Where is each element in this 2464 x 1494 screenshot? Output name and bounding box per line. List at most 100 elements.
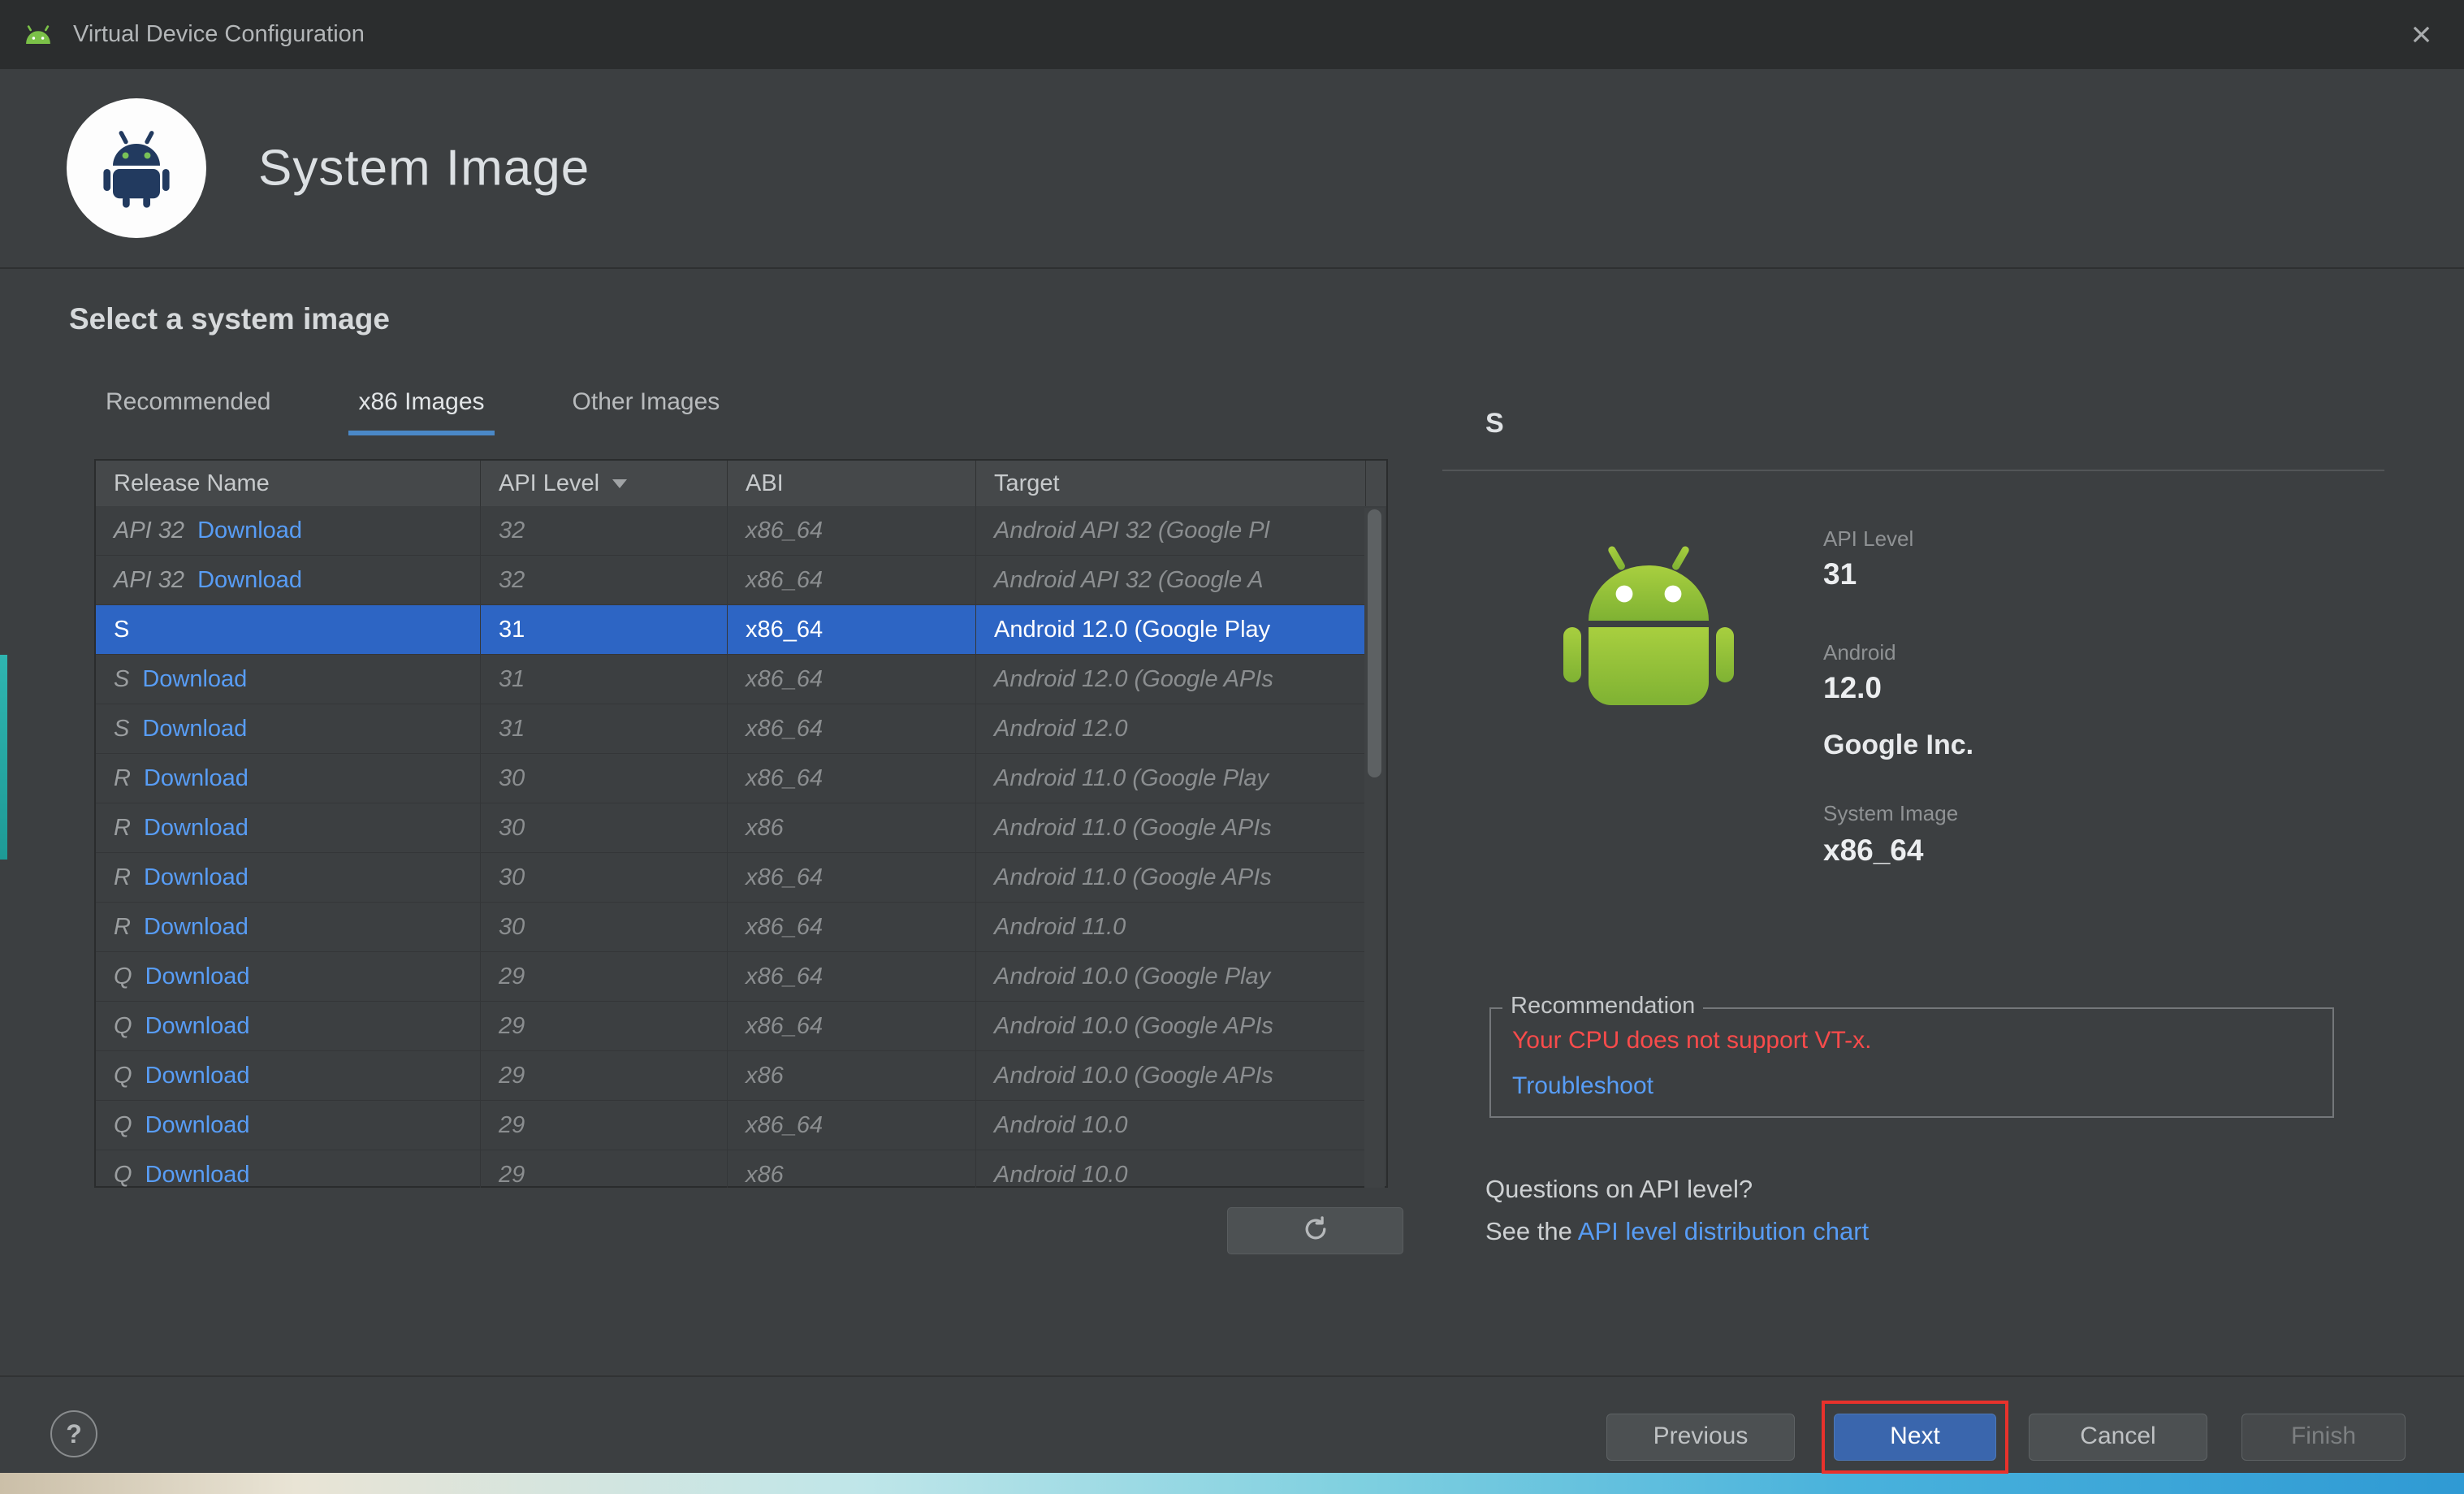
previous-button[interactable]: Previous — [1606, 1414, 1795, 1461]
page-title: System Image — [258, 140, 590, 197]
troubleshoot-link[interactable]: Troubleshoot — [1512, 1072, 1653, 1100]
abi-cell: x86_64 — [728, 605, 976, 654]
api-level-cell: 30 — [481, 903, 728, 951]
download-link[interactable]: Download — [144, 864, 249, 890]
download-link[interactable]: Download — [145, 1162, 250, 1188]
target-cell: Android 11.0 (Google Play — [976, 754, 1366, 803]
system-image-abi-value: x86_64 — [1823, 834, 1923, 868]
table-row[interactable]: RDownload 30 x86_64 Android 11.0 (Google… — [96, 853, 1366, 903]
release-name-cell: R Download — [96, 903, 481, 951]
api-level-cell: 30 — [481, 754, 728, 803]
download-link[interactable]: Download — [144, 765, 249, 791]
help-icon: ? — [66, 1419, 82, 1449]
table-row[interactable]: S 31 x86_64 Android 12.0 (Google Play — [96, 605, 1366, 655]
title-bar: Virtual Device Configuration × — [0, 0, 2464, 69]
release-name-cell: API 32 Download — [96, 556, 481, 604]
android-version-value: 12.0 — [1823, 671, 1882, 705]
cancel-button[interactable]: Cancel — [2029, 1414, 2207, 1461]
download-link[interactable]: Download — [144, 914, 249, 940]
tab-other-images[interactable]: Other Images — [563, 388, 730, 435]
api-level-cell: 30 — [481, 853, 728, 902]
target-cell: Android 12.0 (Google APIs — [976, 655, 1366, 704]
target-cell: Android 12.0 (Google Play — [976, 605, 1366, 654]
recommendation-legend: Recommendation — [1502, 993, 1703, 1020]
tab-recommended[interactable]: Recommended — [96, 388, 280, 435]
target-cell: Android 10.0 (Google APIs — [976, 1002, 1366, 1050]
next-button[interactable]: Next — [1834, 1414, 1996, 1461]
api-level-cell: 32 — [481, 506, 728, 555]
table-row[interactable]: RDownload 30 x86 Android 11.0 (Google AP… — [96, 803, 1366, 853]
target-cell: Android 10.0 — [976, 1150, 1366, 1188]
table-row[interactable]: SDownload 31 x86_64 Android 12.0 — [96, 704, 1366, 754]
abi-cell: x86_64 — [728, 704, 976, 753]
api-level-cell: 29 — [481, 1002, 728, 1050]
table-row[interactable]: QDownload 29 x86 Android 10.0 — [96, 1150, 1366, 1188]
download-link[interactable]: Download — [145, 1013, 250, 1039]
finish-button: Finish — [2241, 1414, 2406, 1461]
api-distribution-chart-link[interactable]: API level distribution chart — [1578, 1217, 1869, 1245]
target-cell: Android 12.0 — [976, 704, 1366, 753]
release-name: R — [114, 914, 131, 940]
column-api-level[interactable]: API Level — [481, 461, 728, 506]
table-row[interactable]: QDownload 29 x86_64 Android 10.0 (Google… — [96, 952, 1366, 1002]
download-link[interactable]: Download — [142, 716, 247, 742]
tab-x86-images[interactable]: x86 Images — [348, 388, 494, 435]
android-robot-icon — [1535, 543, 1762, 738]
download-link[interactable]: Download — [145, 1112, 250, 1138]
refresh-icon — [1301, 1215, 1330, 1248]
table-row[interactable]: QDownload 29 x86_64 Android 10.0 (Google… — [96, 1002, 1366, 1051]
virtual-device-configuration-dialog: Virtual Device Configuration × — [0, 0, 2464, 1473]
avd-robot-icon — [67, 98, 206, 238]
release-name-cell: QDownload — [96, 1051, 481, 1100]
release-name: Q — [114, 1013, 132, 1039]
release-name: Q — [114, 1162, 132, 1188]
help-button[interactable]: ? — [50, 1410, 97, 1457]
api-level-cell: 31 — [481, 704, 728, 753]
download-link[interactable]: Download — [145, 1063, 250, 1089]
release-name: S — [114, 666, 129, 692]
api-level-cell: 32 — [481, 556, 728, 604]
selected-image-title: S — [1485, 408, 1504, 440]
download-link[interactable]: Download — [197, 517, 302, 543]
download-link[interactable]: Download — [142, 666, 247, 692]
release-name-cell: SDownload — [96, 704, 481, 753]
target-cell: Android 11.0 (Google APIs — [976, 803, 1366, 852]
download-link[interactable]: Download — [144, 815, 249, 841]
column-abi[interactable]: ABI — [728, 461, 976, 506]
api-level-cell: 31 — [481, 605, 728, 654]
table-row[interactable]: RDownload 30 x86_64 Android 11.0 (Google… — [96, 754, 1366, 803]
target-cell: Android 11.0 — [976, 903, 1366, 951]
image-tabs: Recommended x86 Images Other Images — [96, 388, 729, 435]
release-name-cell: API 32 Download — [96, 506, 481, 555]
download-link[interactable]: Download — [145, 964, 250, 990]
release-name: R — [114, 765, 131, 791]
close-icon: × — [2411, 15, 2432, 55]
abi-cell: x86 — [728, 1150, 976, 1188]
table-row[interactable]: QDownload 29 x86 Android 10.0 (Google AP… — [96, 1051, 1366, 1101]
table-row[interactable]: API 32Download 32 x86_64 Android API 32 … — [96, 506, 1366, 556]
system-image-table: Release Name API Level ABI Target API 32… — [94, 459, 1388, 1188]
api-level-cell: 29 — [481, 1101, 728, 1150]
abi-cell: x86_64 — [728, 903, 976, 951]
api-level-questions-text: Questions on API level? — [1485, 1175, 1753, 1204]
download-link[interactable]: Download — [197, 567, 302, 593]
table-row[interactable]: QDownload 29 x86_64 Android 10.0 — [96, 1101, 1366, 1150]
window-title: Virtual Device Configuration — [73, 21, 365, 48]
release-name: API 32 — [114, 567, 184, 593]
table-row[interactable]: R Download 30 x86_64 Android 11.0 — [96, 903, 1366, 952]
release-name: API 32 — [114, 517, 184, 543]
refresh-button[interactable] — [1227, 1207, 1403, 1254]
desktop-background-sliver — [0, 655, 7, 860]
release-name-cell: Q Download — [96, 1002, 481, 1050]
android-logo-icon — [21, 24, 55, 46]
column-target[interactable]: Target — [976, 461, 1366, 506]
distribution-chart-line: See the API level distribution chart — [1485, 1217, 1869, 1246]
column-release-name[interactable]: Release Name — [96, 461, 481, 506]
table-row[interactable]: SDownload 31 x86_64 Android 12.0 (Google… — [96, 655, 1366, 704]
table-body: API 32Download 32 x86_64 Android API 32 … — [96, 506, 1366, 1188]
table-scrollbar[interactable] — [1364, 508, 1385, 1188]
table-row[interactable]: API 32Download 32 x86_64 Android API 32 … — [96, 556, 1366, 605]
scrollbar-thumb[interactable] — [1368, 509, 1381, 777]
release-name-cell: QDownload — [96, 952, 481, 1001]
close-button[interactable]: × — [2379, 0, 2464, 69]
